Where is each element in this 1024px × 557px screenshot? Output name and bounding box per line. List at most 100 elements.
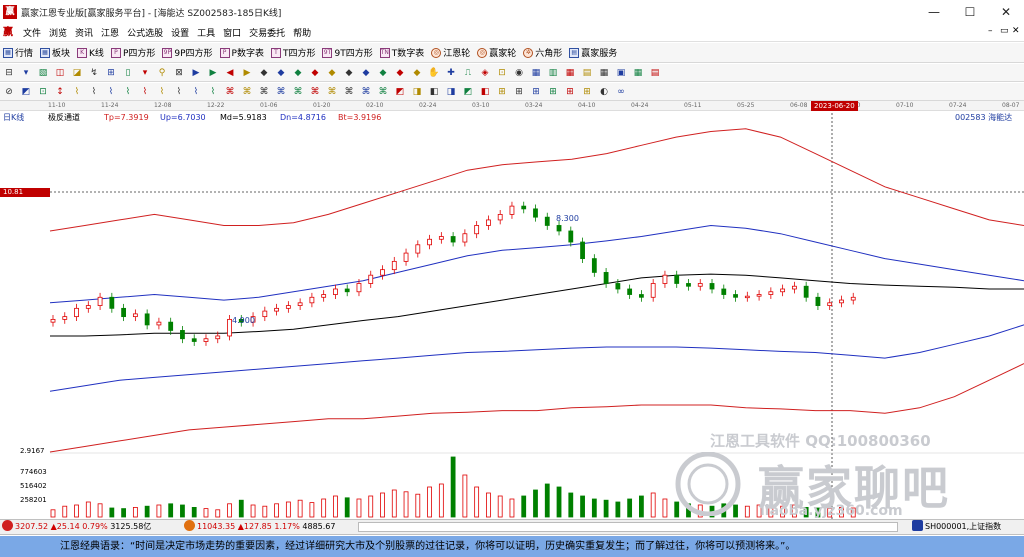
tool-icon[interactable]: ◧ <box>428 86 440 98</box>
tool-icon[interactable]: ⌇ <box>190 86 202 98</box>
mdi-minimize-button[interactable]: – <box>988 26 993 36</box>
tool-icon[interactable]: ⌇ <box>207 86 219 98</box>
toolbar-button-8[interactable]: TN T数字表 <box>377 46 429 59</box>
tool-icon[interactable]: ◆ <box>411 67 423 79</box>
tool-icon[interactable]: ⌘ <box>343 86 355 98</box>
tool-icon[interactable]: ↯ <box>88 67 100 79</box>
tool-icon[interactable]: ⌇ <box>88 86 100 98</box>
tool-icon[interactable]: ⌘ <box>377 86 389 98</box>
tool-icon[interactable]: ⌘ <box>360 86 372 98</box>
tool-icon[interactable]: ◆ <box>326 67 338 79</box>
tool-icon[interactable]: ▥ <box>547 67 559 79</box>
toolbar-button-9[interactable]: ◎ 江恩轮 <box>428 46 474 59</box>
menu-item-4[interactable]: 公式选股 <box>123 26 167 39</box>
tool-icon[interactable]: ▣ <box>615 67 627 79</box>
tool-icon[interactable]: ⌇ <box>156 86 168 98</box>
tool-icon[interactable]: ⊟ <box>3 67 15 79</box>
menu-item-8[interactable]: 交易委托 <box>245 26 289 39</box>
close-button[interactable]: ✕ <box>988 0 1024 24</box>
tool-icon[interactable]: ◪ <box>71 67 83 79</box>
tool-icon[interactable]: ⊘ <box>3 86 15 98</box>
maximize-button[interactable]: ☐ <box>952 0 988 24</box>
menu-item-9[interactable]: 帮助 <box>289 26 315 39</box>
toolbar-button-5[interactable]: P P数字表 <box>217 46 268 59</box>
menu-item-3[interactable]: 江恩 <box>97 26 123 39</box>
tool-icon[interactable]: ◩ <box>394 86 406 98</box>
tool-icon[interactable]: ▾ <box>139 67 151 79</box>
tool-icon[interactable]: ⌇ <box>173 86 185 98</box>
menu-item-0[interactable]: 文件 <box>19 26 45 39</box>
tool-icon[interactable]: ⌘ <box>224 86 236 98</box>
toolbar-button-6[interactable]: T T四方形 <box>268 46 320 59</box>
tool-icon[interactable]: ⊡ <box>37 86 49 98</box>
tool-icon[interactable]: ⌇ <box>139 86 151 98</box>
toolbar-button-2[interactable]: K K线 <box>74 46 108 59</box>
status-scrollbar[interactable] <box>358 522 898 532</box>
tool-icon[interactable]: ▶ <box>190 67 202 79</box>
tool-icon[interactable]: ✋ <box>428 67 440 79</box>
tool-icon[interactable]: ⊞ <box>496 86 508 98</box>
tool-icon[interactable]: ⊞ <box>581 86 593 98</box>
tool-icon[interactable]: ◨ <box>411 86 423 98</box>
tool-icon[interactable]: ⌇ <box>122 86 134 98</box>
tool-icon[interactable]: ◨ <box>445 86 457 98</box>
tool-icon[interactable]: ∞ <box>615 86 627 98</box>
tool-icon[interactable]: ⊞ <box>105 67 117 79</box>
ticker-segment[interactable]: SH000001,上证指数 <box>912 520 1001 534</box>
tool-icon[interactable]: ⊠ <box>173 67 185 79</box>
tool-icon[interactable]: ◆ <box>360 67 372 79</box>
tool-icon[interactable]: ◐ <box>598 86 610 98</box>
menu-item-5[interactable]: 设置 <box>167 26 193 39</box>
tool-icon[interactable]: ◆ <box>275 67 287 79</box>
tool-icon[interactable]: ▤ <box>581 67 593 79</box>
tool-icon[interactable]: ⌇ <box>71 86 83 98</box>
tool-icon[interactable]: ▦ <box>530 67 542 79</box>
tool-icon[interactable]: ▦ <box>598 67 610 79</box>
tool-icon[interactable]: ⌇ <box>105 86 117 98</box>
tool-icon[interactable]: ↕ <box>54 86 66 98</box>
toolbar-button-3[interactable]: P P四方形 <box>108 46 159 59</box>
toolbar-button-10[interactable]: ◎ 赢家轮 <box>474 46 520 59</box>
tool-icon[interactable]: ◆ <box>292 67 304 79</box>
tool-icon[interactable]: ⊞ <box>530 86 542 98</box>
tool-icon[interactable]: ⊞ <box>547 86 559 98</box>
tool-icon[interactable]: ⊡ <box>496 67 508 79</box>
mdi-restore-button[interactable]: ▭ <box>1000 26 1009 36</box>
tool-icon[interactable]: ▶ <box>207 67 219 79</box>
menu-item-1[interactable]: 浏览 <box>45 26 71 39</box>
menu-item-2[interactable]: 资讯 <box>71 26 97 39</box>
tool-icon[interactable]: ⌘ <box>292 86 304 98</box>
tool-icon[interactable]: ⌘ <box>309 86 321 98</box>
tool-icon[interactable]: ▧ <box>37 67 49 79</box>
menu-item-7[interactable]: 窗口 <box>219 26 245 39</box>
tool-icon[interactable]: ◧ <box>479 86 491 98</box>
tool-icon[interactable]: ◀ <box>224 67 236 79</box>
tool-icon[interactable]: ⊞ <box>564 86 576 98</box>
tool-icon[interactable]: ◆ <box>377 67 389 79</box>
tool-icon[interactable]: ◉ <box>513 67 525 79</box>
toolbar-button-4[interactable]: 9P 9P四方形 <box>159 46 216 59</box>
tool-icon[interactable]: ⎍ <box>462 67 474 79</box>
minimize-button[interactable]: — <box>916 0 952 24</box>
tool-icon[interactable]: ⌘ <box>275 86 287 98</box>
tool-icon[interactable]: ▶ <box>241 67 253 79</box>
sz-index-segment[interactable]: 11043.35 ▲127.85 1.17% 4885.67 <box>184 520 335 534</box>
tool-icon[interactable]: ▾ <box>20 67 32 79</box>
toolbar-button-11[interactable]: ✲ 六角形 <box>520 46 566 59</box>
toolbar-button-1[interactable]: ▦ 板块 <box>37 46 74 59</box>
tool-icon[interactable]: ▦ <box>564 67 576 79</box>
tool-icon[interactable]: ▦ <box>632 67 644 79</box>
tool-icon[interactable]: ⚲ <box>156 67 168 79</box>
mdi-close-button[interactable]: ✕ <box>1012 26 1020 36</box>
menu-item-6[interactable]: 工具 <box>193 26 219 39</box>
toolbar-button-7[interactable]: 9T 9T四方形 <box>319 46 376 59</box>
tool-icon[interactable]: ◩ <box>20 86 32 98</box>
tool-icon[interactable]: ◆ <box>309 67 321 79</box>
tool-icon[interactable]: ⊞ <box>513 86 525 98</box>
tool-icon[interactable]: ⌘ <box>258 86 270 98</box>
tool-icon[interactable]: ◆ <box>394 67 406 79</box>
tool-icon[interactable]: ⌘ <box>326 86 338 98</box>
tool-icon[interactable]: ◆ <box>258 67 270 79</box>
tool-icon[interactable]: ▤ <box>649 67 661 79</box>
toolbar-button-12[interactable]: ▤ 赢家服务 <box>566 46 621 59</box>
